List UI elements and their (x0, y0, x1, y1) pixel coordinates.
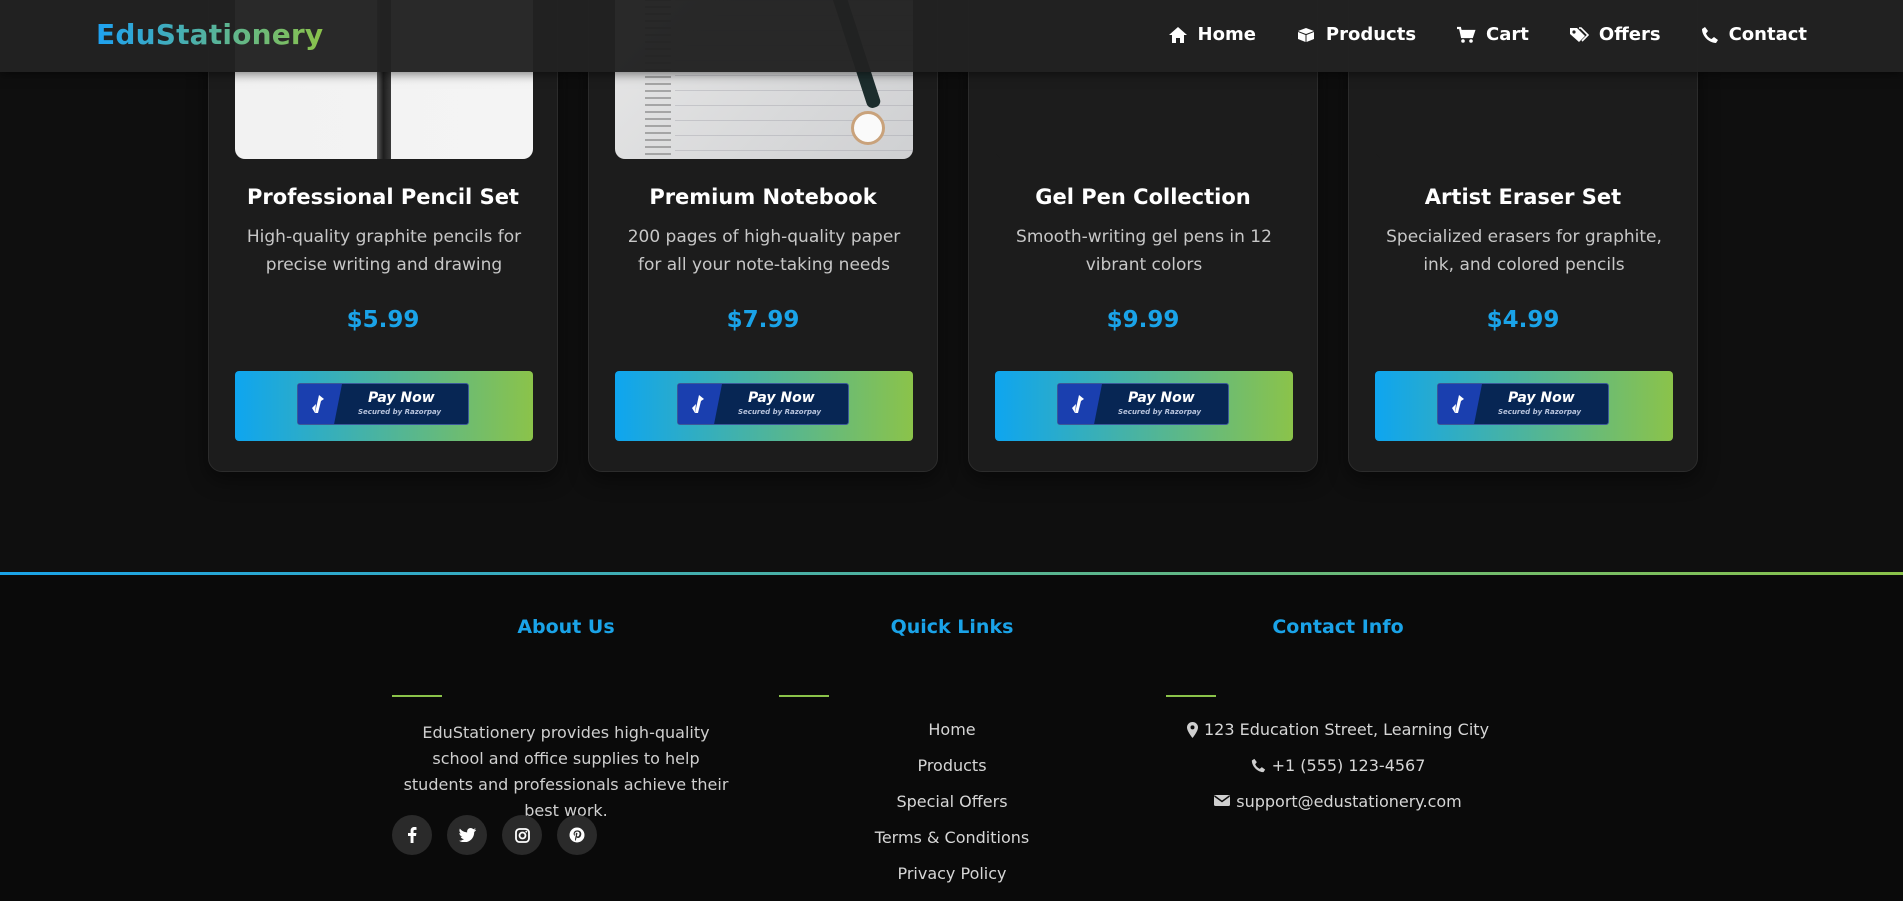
nav-item-products[interactable]: Products (1296, 24, 1416, 45)
product-description: Specialized erasers for graphite, ink, a… (1386, 227, 1662, 275)
pay-now-container: Pay Now Secured by Razorpay (615, 371, 913, 441)
contact-phone-text[interactable]: +1 (555) 123-4567 (1272, 756, 1426, 776)
pay-now-label: Pay Now (368, 390, 435, 406)
nav-item-label: Contact (1728, 24, 1807, 45)
title-underline (779, 695, 829, 697)
footer-about-text: EduStationery provides high-quality scho… (403, 723, 729, 820)
phone-icon (1251, 758, 1265, 773)
secured-by-label: Secured by Razorpay (738, 408, 822, 416)
product-price: $4.99 (1486, 307, 1560, 333)
map-marker-icon (1186, 722, 1198, 738)
pay-now-button[interactable]: Pay Now Secured by Razorpay (677, 383, 849, 425)
nav-item-label: Cart (1486, 24, 1529, 45)
nav-item-label: Products (1325, 24, 1417, 45)
product-description: High-quality graphite pencils for precis… (246, 227, 522, 275)
product-description: Smooth-writing gel pens in 12 vibrant co… (1016, 227, 1272, 275)
nav-item-label: Offers (1598, 24, 1661, 45)
pay-now-label: Pay Now (1508, 390, 1575, 406)
secured-by-label: Secured by Razorpay (1498, 408, 1582, 416)
footer-quick-links-title: Quick Links (890, 616, 1014, 638)
nav-links: Home Products Cart Offers Contact (1128, 24, 1807, 45)
contact-list: 123 Education Street, Learning City +1 (… (1168, 720, 1508, 828)
razorpay-icon (692, 395, 704, 413)
social-pinterest[interactable] (557, 815, 597, 855)
home-icon (1168, 26, 1187, 43)
contact-phone: +1 (555) 123-4567 (1168, 756, 1508, 792)
product-title: Artist Eraser Set (1424, 185, 1622, 209)
quick-link-privacy[interactable]: Privacy Policy (782, 864, 1122, 900)
contact-email: support@edustationery.com (1168, 792, 1508, 828)
contact-address: 123 Education Street, Learning City (1168, 720, 1508, 756)
product-description: 200 pages of high-quality paper for all … (627, 227, 901, 275)
product-price: $9.99 (1106, 307, 1180, 333)
nav-item-label: Home (1197, 24, 1256, 45)
quick-link-home[interactable]: Home (782, 720, 1122, 756)
pay-now-label: Pay Now (1128, 390, 1195, 406)
razorpay-icon (312, 395, 324, 413)
social-instagram[interactable] (502, 815, 542, 855)
phone-icon (1701, 26, 1718, 43)
nav-item-offers[interactable]: Offers (1569, 24, 1661, 45)
nav-item-cart[interactable]: Cart (1456, 24, 1529, 45)
nav-item-contact[interactable]: Contact (1701, 24, 1807, 45)
pay-now-container: Pay Now Secured by Razorpay (995, 371, 1293, 441)
pay-now-button[interactable]: Pay Now Secured by Razorpay (1437, 383, 1609, 425)
product-price: $7.99 (726, 307, 800, 333)
twitter-icon (458, 828, 476, 842)
brand-logo[interactable]: EduStationery (96, 18, 323, 51)
quick-links-list: Home Products Special Offers Terms & Con… (782, 720, 1122, 900)
footer-about: About Us EduStationery provides high-qua… (392, 616, 736, 855)
pay-now-container: Pay Now Secured by Razorpay (1375, 371, 1673, 441)
quick-link-special-offers[interactable]: Special Offers (782, 792, 1122, 828)
box-icon (1297, 27, 1314, 42)
pay-now-container: Pay Now Secured by Razorpay (235, 371, 533, 441)
title-underline (392, 695, 442, 697)
pinterest-icon (569, 827, 585, 843)
footer: About Us EduStationery provides high-qua… (0, 572, 1903, 901)
pay-now-button[interactable]: Pay Now Secured by Razorpay (1057, 383, 1229, 425)
contact-address-text: 123 Education Street, Learning City (1203, 720, 1490, 739)
footer-divider (0, 572, 1903, 575)
title-underline (1166, 695, 1216, 697)
footer-quick-links: Quick Links Home Products Special Offers… (779, 616, 1122, 883)
nav-item-home[interactable]: Home (1168, 24, 1256, 45)
footer-contact-info: Contact Info 123 Education Street, Learn… (1166, 616, 1508, 811)
product-title: Premium Notebook (649, 185, 877, 209)
facebook-icon (408, 827, 417, 843)
product-title: Professional Pencil Set (247, 185, 519, 209)
secured-by-label: Secured by Razorpay (1118, 408, 1202, 416)
quick-link-terms[interactable]: Terms & Conditions (782, 828, 1122, 864)
product-price: $5.99 (346, 307, 420, 333)
footer-contact-title: Contact Info (1272, 616, 1404, 638)
envelope-icon (1214, 795, 1231, 806)
navbar: EduStationery Home Products Cart Offers … (0, 0, 1903, 72)
contact-email-text[interactable]: support@edustationery.com (1236, 792, 1462, 812)
footer-about-title: About Us (517, 616, 615, 638)
tags-icon (1569, 26, 1589, 42)
social-twitter[interactable] (447, 815, 487, 855)
instagram-icon (514, 827, 530, 843)
quick-link-products[interactable]: Products (782, 756, 1122, 792)
social-links (392, 815, 612, 855)
social-facebook[interactable] (392, 815, 432, 855)
razorpay-icon (1452, 395, 1464, 413)
cart-icon (1457, 26, 1476, 43)
secured-by-label: Secured by Razorpay (358, 408, 442, 416)
pay-now-label: Pay Now (748, 390, 815, 406)
pay-now-button[interactable]: Pay Now Secured by Razorpay (297, 383, 469, 425)
product-title: Gel Pen Collection (1035, 185, 1251, 209)
razorpay-icon (1072, 395, 1084, 413)
